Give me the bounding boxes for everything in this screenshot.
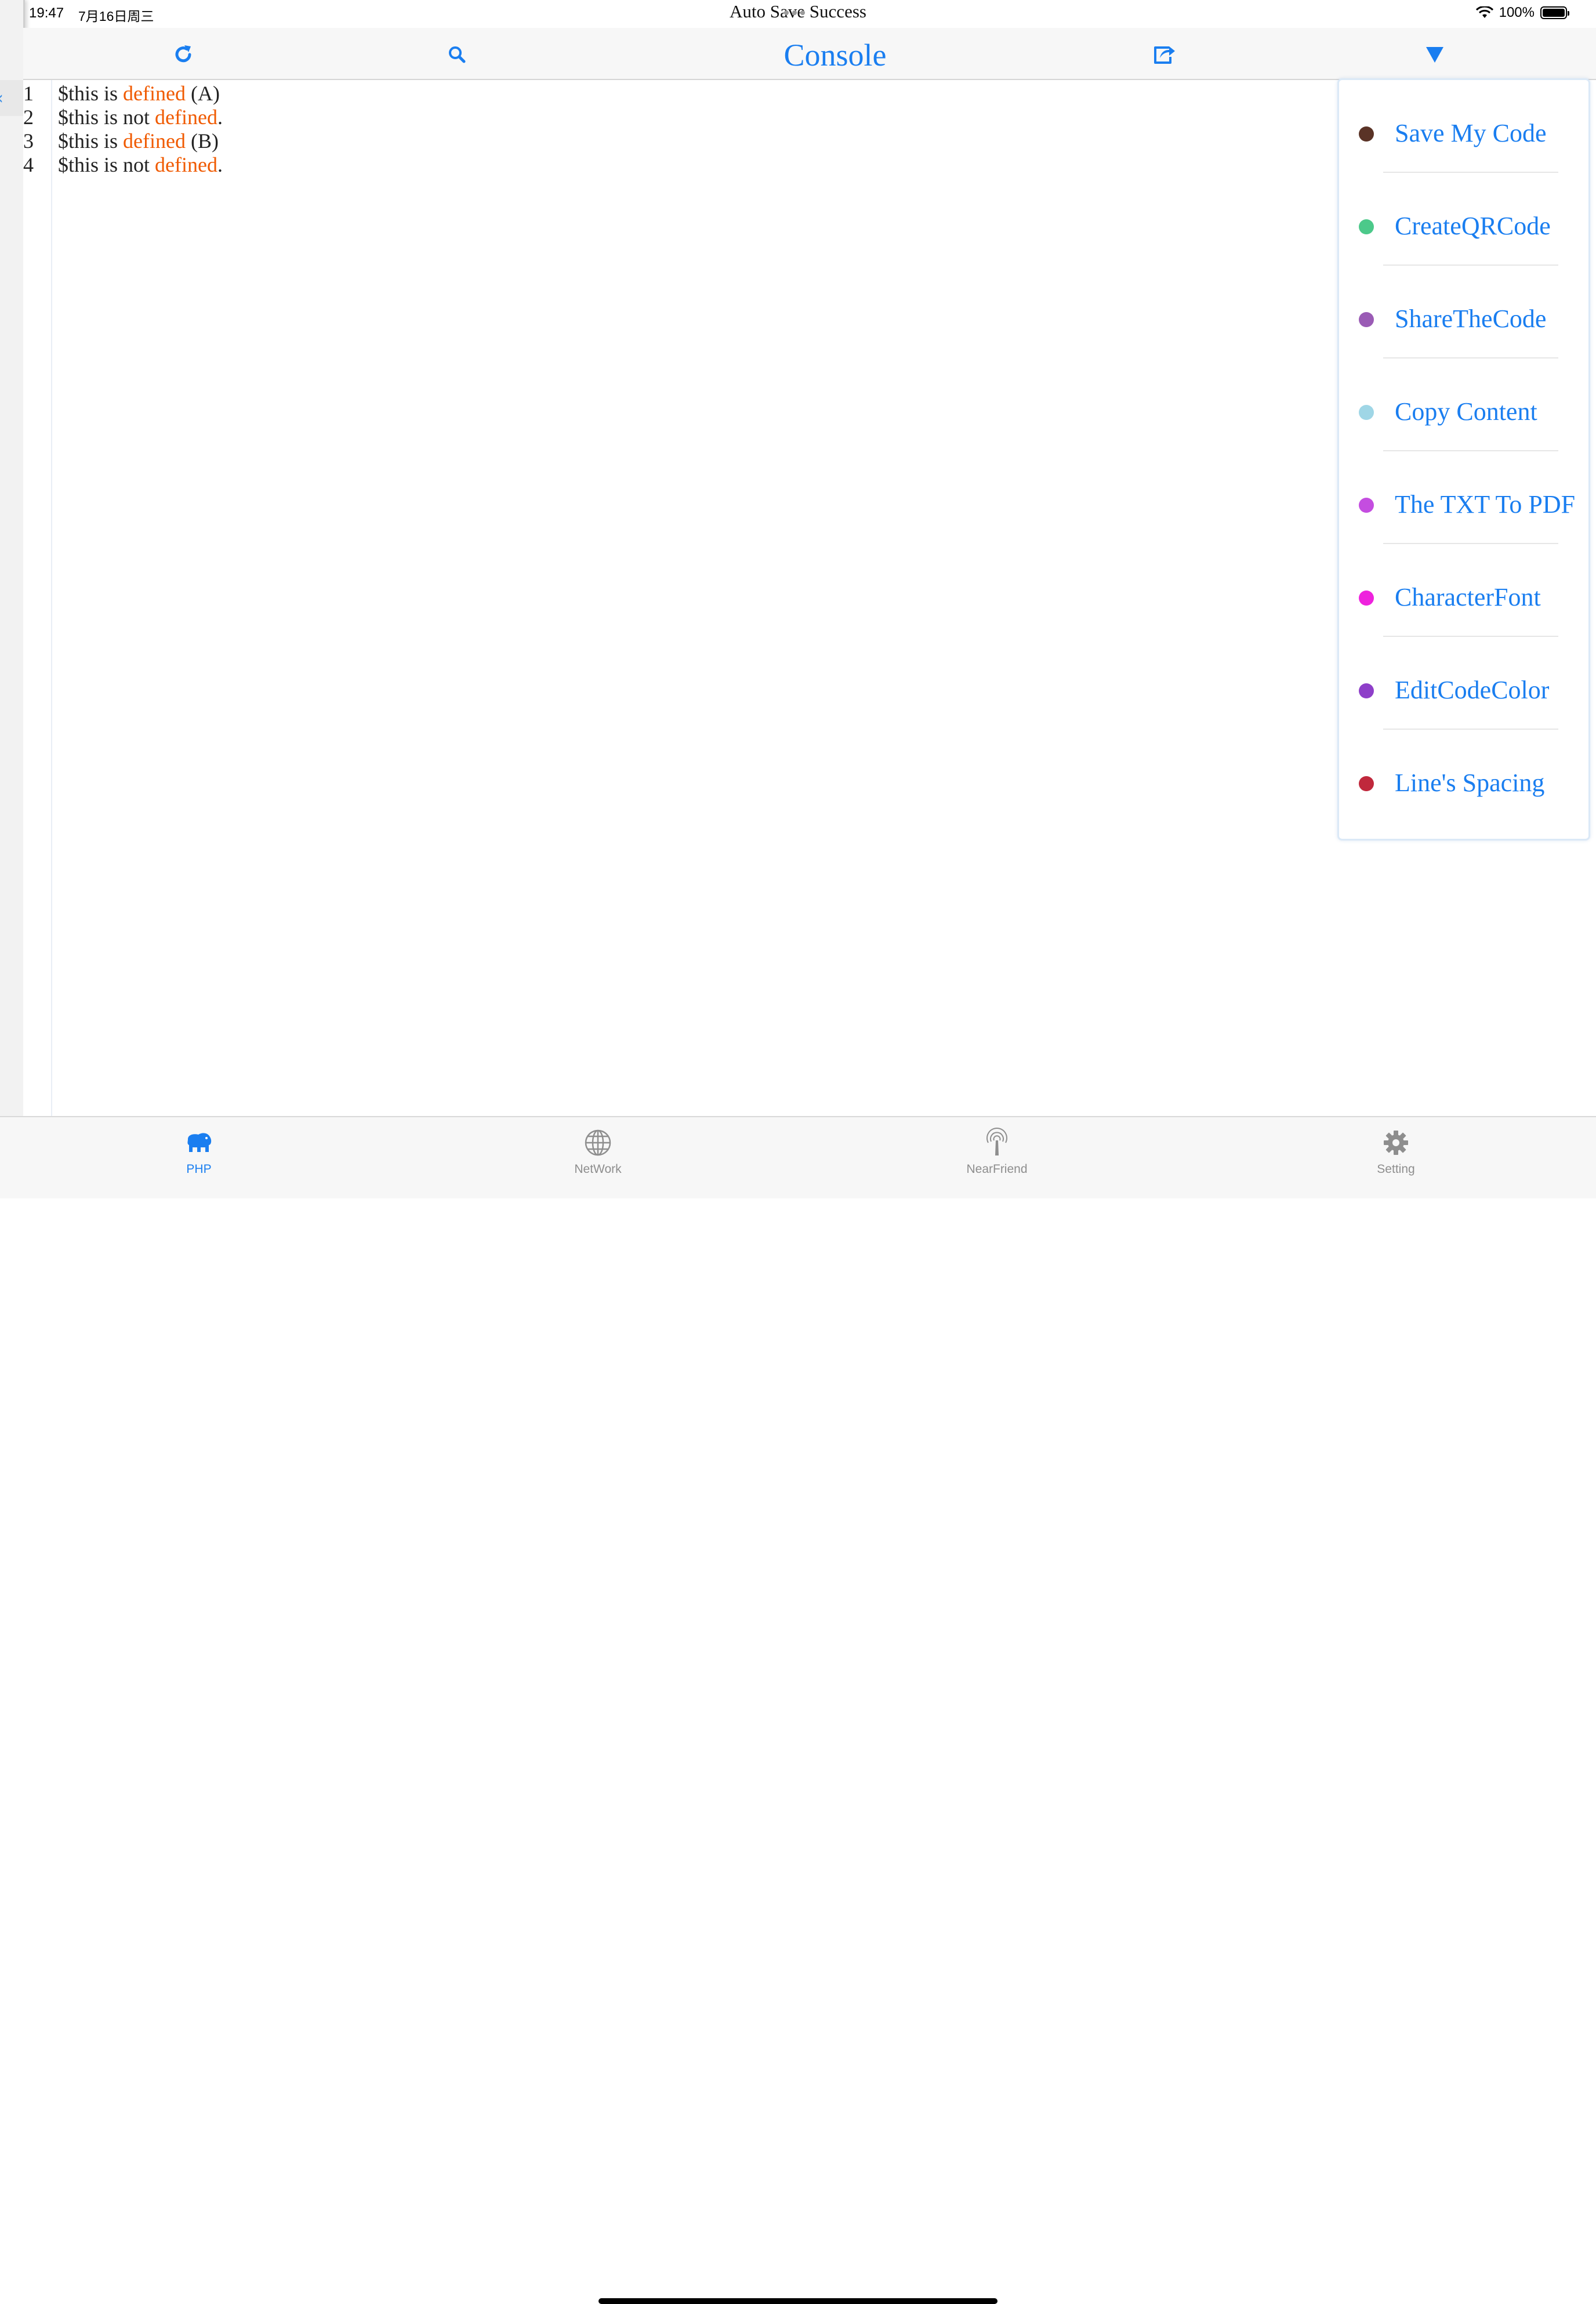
refresh-icon[interactable] [168, 39, 198, 70]
menu-item[interactable]: Save My Code [1339, 80, 1588, 173]
tab-network-label: NetWork [574, 1162, 622, 1176]
code-text: $this is defined (A) [58, 81, 220, 106]
battery-icon [1540, 6, 1569, 19]
line-number: 2 [23, 106, 34, 129]
menu-item-label: Line's Spacing [1395, 769, 1545, 797]
code-plain: $this is [58, 129, 124, 153]
menu-item-label: Save My Code [1395, 119, 1547, 147]
toolbar: Console [23, 28, 1596, 80]
menu-bullet-icon [1359, 312, 1374, 327]
menu-bullet-icon [1359, 498, 1374, 513]
code-keyword: defined [155, 106, 217, 129]
line-number: 3 [23, 129, 34, 153]
menu-item[interactable]: ShareTheCode [1339, 266, 1588, 358]
menu-item-label: CharacterFont [1395, 583, 1541, 611]
share-icon[interactable] [1149, 39, 1180, 70]
tab-setting-label: Setting [1377, 1162, 1415, 1176]
wifi-icon [1475, 6, 1493, 18]
code-plain: $this is not [58, 153, 155, 176]
elephant-icon [141, 1125, 257, 1160]
code-text: $this is not defined. [58, 153, 223, 177]
menu-item[interactable]: The TXT To PDF [1339, 451, 1588, 544]
menu-item[interactable]: Line's Spacing [1339, 730, 1588, 823]
line-number-gutter [23, 80, 52, 1116]
menu-item-label: ShareTheCode [1395, 305, 1547, 333]
code-plain: . [217, 106, 223, 129]
line-number: 1 [23, 82, 34, 105]
tab-setting[interactable]: Setting [1338, 1125, 1454, 1176]
code-plain: . [217, 153, 223, 176]
menu-item-label: The TXT To PDF [1395, 490, 1576, 519]
tab-php-label: PHP [186, 1162, 212, 1176]
code-keyword: defined [123, 129, 186, 153]
battery-percent: 100% [1499, 5, 1535, 20]
underlying-selected-row [0, 80, 23, 116]
underlying-back-glyph[interactable]: ‹ [0, 88, 3, 108]
gear-icon [1338, 1125, 1454, 1160]
tab-php[interactable]: PHP [141, 1125, 257, 1176]
status-bar: 19:47 7月16日周三 Auto Save Success 100% [0, 0, 1596, 28]
menu-item[interactable]: Copy Content [1339, 358, 1588, 451]
status-right: 100% [1475, 5, 1569, 21]
underlying-panel-edge: ‹ [0, 0, 25, 1116]
line-number: 4 [23, 153, 34, 176]
menu-item[interactable]: CharacterFont [1339, 544, 1588, 637]
menu-bullet-icon [1359, 405, 1374, 420]
code-plain: $this is [58, 82, 124, 105]
code-plain: (A) [185, 82, 220, 105]
code-plain: (B) [185, 129, 219, 153]
tab-nearfriend[interactable]: NearFriend [939, 1125, 1055, 1176]
menu-item[interactable]: EditCodeColor [1339, 637, 1588, 730]
menu-item[interactable]: CreateQRCode [1339, 173, 1588, 266]
code-keyword: defined [123, 82, 186, 105]
menu-item-label: EditCodeColor [1395, 676, 1550, 704]
menu-bullet-icon [1359, 126, 1374, 142]
menu-bullet-icon [1359, 776, 1374, 791]
home-indicator[interactable] [598, 2298, 998, 2304]
antenna-icon [939, 1125, 1055, 1160]
menu-bullet-icon [1359, 591, 1374, 606]
options-menu: Save My Code CreateQRCode ShareTheCode Copy… [1337, 78, 1590, 841]
menu-item-label: CreateQRCode [1395, 212, 1551, 240]
menu-item-label: Copy Content [1395, 397, 1537, 426]
menu-bullet-icon [1359, 219, 1374, 234]
code-text: $this is defined (B) [58, 129, 219, 153]
dropdown-triangle-icon[interactable] [1420, 39, 1450, 70]
menu-bullet-icon [1359, 683, 1374, 698]
tab-network[interactable]: NetWork [540, 1125, 656, 1176]
search-icon[interactable] [442, 39, 472, 70]
globe-icon [540, 1125, 656, 1160]
code-plain: $this is not [58, 106, 155, 129]
multitasking-dots-icon[interactable] [784, 10, 805, 15]
tab-nearfriend-label: NearFriend [966, 1162, 1028, 1176]
code-text: $this is not defined. [58, 105, 223, 129]
tab-bar: PHP NetWork NearFriend Setting [0, 1116, 1596, 2304]
code-keyword: defined [155, 153, 217, 176]
page-title: Console [784, 38, 887, 73]
